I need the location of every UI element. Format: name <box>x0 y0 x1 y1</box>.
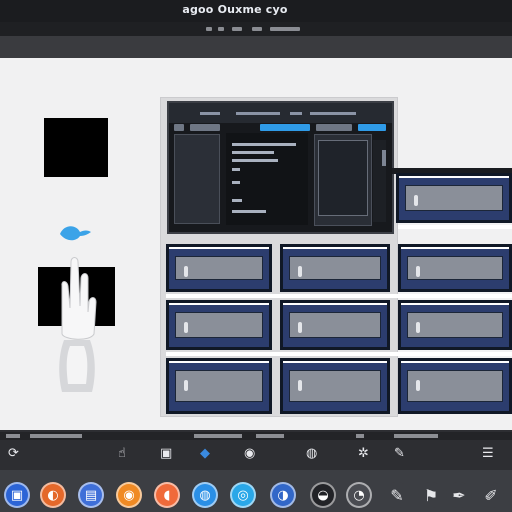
card-handle <box>416 266 420 277</box>
preview-menu-item <box>200 112 220 115</box>
dock-label <box>394 434 438 438</box>
sliders-icon[interactable]: ☰ <box>482 446 494 461</box>
card-handle <box>298 380 302 391</box>
brush-icon[interactable]: ✐ <box>478 482 504 508</box>
window-title: agoo Ouxme cyo <box>182 3 288 16</box>
preview-list-row <box>232 143 296 146</box>
preview-list-row <box>232 159 278 162</box>
dock-label <box>194 434 242 438</box>
preview-tab <box>190 124 220 131</box>
image-icon[interactable]: ▣ <box>160 446 172 461</box>
preview-tab <box>316 124 352 131</box>
flag-icon[interactable]: ⚑ <box>418 482 444 508</box>
preview-menu-item <box>236 112 280 115</box>
preview-list-row <box>232 199 242 202</box>
preview-menu-item <box>310 112 356 115</box>
cyan-circle-app-icon[interactable]: ◎ <box>230 482 256 508</box>
card-handle <box>184 380 188 391</box>
pen-icon[interactable]: ✒ <box>446 482 472 508</box>
toolbar-item[interactable] <box>232 27 242 31</box>
card-slot <box>405 185 503 211</box>
preview-thumbnail <box>318 140 368 216</box>
blue-yellow-app-icon[interactable]: ◑ <box>270 482 296 508</box>
grey-circle-app-icon[interactable]: ◔ <box>346 482 372 508</box>
dark-circle-app-icon[interactable]: ◒ <box>310 482 336 508</box>
card[interactable] <box>398 244 512 292</box>
card-slot <box>407 256 503 280</box>
preview-scroll-thumb[interactable] <box>382 150 386 166</box>
hand-icon[interactable] <box>54 256 100 398</box>
card[interactable] <box>280 300 390 350</box>
card-handle <box>414 195 418 206</box>
dock-label <box>256 434 284 438</box>
card-handle <box>298 266 302 277</box>
card-slot <box>289 256 381 280</box>
orange-app-icon[interactable]: ◉ <box>116 482 142 508</box>
card[interactable] <box>396 173 512 223</box>
card-handle <box>416 322 420 333</box>
preview-sidebar <box>174 134 220 224</box>
preview-tab <box>174 124 184 131</box>
card-slot <box>407 312 503 338</box>
card-slot <box>407 370 503 402</box>
toolbar-item[interactable] <box>252 27 262 31</box>
wrench-icon[interactable]: ✎ <box>384 482 410 508</box>
dock-label <box>356 434 364 438</box>
card-handle <box>416 380 420 391</box>
card[interactable] <box>280 244 390 292</box>
preview-tab-active <box>260 124 310 131</box>
card-divider <box>398 225 512 229</box>
red-orange-app-icon[interactable]: ◖ <box>154 482 180 508</box>
header-band <box>0 36 512 58</box>
toolbar-item[interactable] <box>270 27 300 31</box>
card-handle <box>184 322 188 333</box>
dock-label <box>6 434 20 438</box>
preview-menu-item <box>290 112 302 115</box>
preview-list-row <box>232 210 266 213</box>
dock-label <box>30 434 82 438</box>
toolbar-item[interactable] <box>206 27 212 31</box>
card-slot <box>289 370 381 402</box>
blue-app-icon[interactable]: ▣ <box>4 482 30 508</box>
preview-list-row <box>232 181 240 184</box>
toolbar-item[interactable] <box>218 27 224 31</box>
card[interactable] <box>280 358 390 414</box>
card-slot <box>175 256 263 280</box>
preview-list-row <box>232 151 274 154</box>
black-square <box>44 118 108 177</box>
link-icon[interactable]: ⟳ <box>8 446 19 461</box>
settings-icon[interactable]: ✲ <box>358 446 369 461</box>
card-handle <box>298 322 302 333</box>
card-slot <box>175 370 263 402</box>
preview-list-row <box>232 168 240 171</box>
blue-square-app-icon[interactable]: ▤ <box>78 482 104 508</box>
card-slot <box>175 312 263 338</box>
card[interactable] <box>166 358 272 414</box>
card[interactable] <box>166 300 272 350</box>
blue-circle-app-icon[interactable]: ◍ <box>192 482 218 508</box>
card[interactable] <box>398 300 512 350</box>
row-divider <box>166 294 512 298</box>
card[interactable] <box>166 244 272 292</box>
drop-icon[interactable]: ◆ <box>200 446 210 461</box>
circle-icon[interactable]: ◍ <box>306 446 317 461</box>
card-handle <box>184 266 188 277</box>
orange-blue-app-icon[interactable]: ◐ <box>40 482 66 508</box>
card-slot <box>289 312 381 338</box>
card[interactable] <box>398 358 512 414</box>
row-divider <box>166 352 512 356</box>
bird-icon <box>60 226 91 241</box>
edit-icon[interactable]: ✎ <box>394 446 405 461</box>
hand-cursor-icon[interactable]: ☝ <box>118 446 126 461</box>
eye-icon[interactable]: ◉ <box>244 446 255 461</box>
preview-tab <box>358 124 386 131</box>
